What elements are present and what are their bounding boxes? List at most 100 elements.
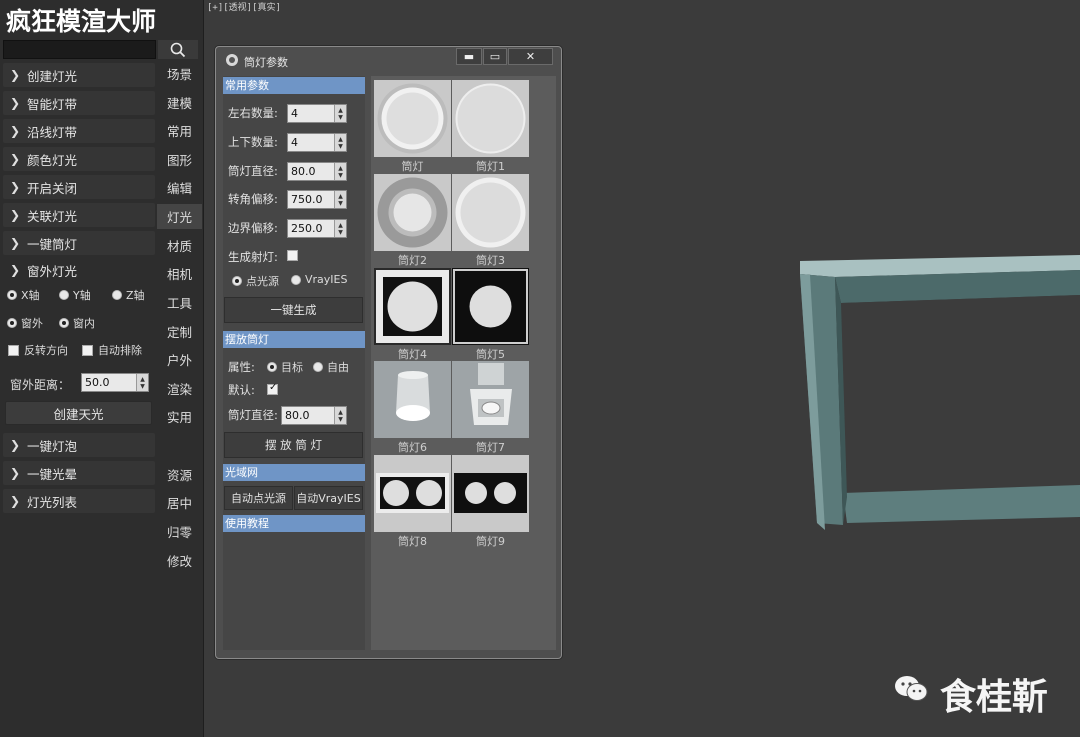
tab-render[interactable]: 渲染 [157, 376, 202, 401]
thumb-downlight-9[interactable] [452, 455, 529, 532]
tab-center[interactable]: 居中 [157, 490, 202, 515]
diameter-spinner[interactable]: 80.0 ▲ ▼ [287, 162, 347, 181]
checkbox-auto-exclude[interactable]: 自动排除 [82, 342, 142, 358]
tab-modeling[interactable]: 建模 [157, 90, 202, 115]
thumb-caption: 筒灯6 [398, 441, 427, 454]
ud-count-spinner[interactable]: 4 ▲ ▼ [287, 133, 347, 152]
thumb-downlight-2[interactable] [374, 174, 451, 251]
tab-outdoor[interactable]: 户外 [157, 347, 202, 372]
tab-edit[interactable]: 编辑 [157, 175, 202, 200]
spinner-arrows-icon[interactable]: ▲ ▼ [334, 220, 346, 237]
thumb-downlight-6[interactable] [374, 361, 451, 438]
tab-common[interactable]: 常用 [157, 118, 202, 143]
thumb-downlight-7[interactable] [452, 361, 529, 438]
accordion-window-light[interactable]: ❯ 窗外灯光 [3, 258, 155, 282]
viewport-label[interactable]: [+][透视][真实] [207, 0, 281, 13]
thumb-downlight-8[interactable] [374, 455, 451, 532]
spinner-arrows-icon[interactable]: ▲ ▼ [334, 163, 346, 180]
search-input[interactable] [3, 40, 156, 59]
place-header[interactable]: 摆放筒灯 [223, 331, 365, 348]
lr-count-spinner[interactable]: 4 ▲ ▼ [287, 104, 347, 123]
plugin-panel: 疯狂模渲大师 ❯ 创建灯光 ❯ 智能灯带 ❯ 沿线灯带 ❯ 颜色灯光 ❯ 开启关闭 ❯ 关联… [0, 0, 204, 737]
thumb-caption: 筒灯4 [398, 348, 427, 361]
tab-lighting[interactable]: 灯光 [157, 204, 202, 229]
spinner-arrows-icon[interactable]: ▲ ▼ [334, 134, 346, 151]
radio-point-source[interactable]: 点光源 [232, 273, 279, 289]
radio-inside[interactable]: 窗内 [59, 315, 95, 331]
tab-camera[interactable]: 相机 [157, 261, 202, 286]
accordion-link-light[interactable]: ❯ 关联灯光 [3, 203, 155, 227]
thumb-caption: 筒灯 [401, 160, 424, 173]
accordion-label: 一键光晕 [27, 466, 78, 482]
spinner-arrows-icon[interactable]: ▲ ▼ [136, 374, 148, 391]
place-downlight-button[interactable]: 摆 放 筒 灯 [224, 432, 363, 458]
tab-reset[interactable]: 归零 [157, 519, 202, 544]
thumb-downlight-4[interactable] [374, 268, 451, 345]
downlight-params-dialog[interactable]: 筒灯参数 ▬ ▭ ✕ 常用参数 左右数量: 4 ▲ ▼ 上下数量: 4 ▲ ▼ 筒灯直径… [215, 46, 562, 659]
accordion-halo[interactable]: ❯ 一键光晕 [3, 461, 155, 485]
radio-z-axis[interactable]: Z轴 [112, 287, 145, 303]
thumb-caption: 筒灯5 [476, 348, 505, 361]
dialog-titlebar[interactable]: 筒灯参数 ▬ ▭ ✕ [216, 47, 561, 75]
corner-offset-spinner[interactable]: 750.0 ▲ ▼ [287, 190, 347, 209]
property-label: 属性: [228, 360, 255, 374]
gen-light-checkbox[interactable] [287, 250, 298, 261]
minimize-button[interactable]: ▬ [456, 48, 482, 65]
accordion-light-list[interactable]: ❯ 灯光列表 [3, 489, 155, 513]
radio-free[interactable]: 自由 [313, 359, 349, 375]
common-params-header[interactable]: 常用参数 [223, 77, 365, 94]
radio-y-axis[interactable]: Y轴 [59, 287, 91, 303]
radio-vray-ies[interactable]: VrayIES [291, 273, 347, 286]
tab-custom[interactable]: 定制 [157, 319, 202, 344]
thumb-downlight-3[interactable] [452, 174, 529, 251]
chevron-down-icon: ❯ [9, 263, 21, 277]
auto-vray-button[interactable]: 自动VrayIES [294, 486, 363, 510]
thumb-downlight-5[interactable] [452, 268, 529, 345]
thumb-caption: 筒灯3 [476, 254, 505, 267]
tab-shapes[interactable]: 图形 [157, 147, 202, 172]
thumb-downlight[interactable] [374, 80, 451, 157]
spinner-arrows-icon[interactable]: ▲ ▼ [334, 191, 346, 208]
dialog-title: 筒灯参数 [244, 56, 288, 69]
auto-point-button[interactable]: 自动点光源 [224, 486, 293, 510]
spinner-arrows-icon[interactable]: ▲ ▼ [334, 407, 346, 424]
tab-material[interactable]: 材质 [157, 233, 202, 258]
tutorial-header[interactable]: 使用教程 [223, 515, 365, 532]
radio-x-axis[interactable]: X轴 [7, 287, 40, 303]
search-icon [170, 42, 186, 57]
radio-target[interactable]: 目标 [267, 359, 303, 375]
accordion-color-light[interactable]: ❯ 颜色灯光 [3, 147, 155, 171]
close-button[interactable]: ✕ [508, 48, 553, 65]
generate-button[interactable]: 一键生成 [224, 297, 363, 323]
tab-utility[interactable]: 实用 [157, 404, 202, 429]
create-skylight-button[interactable]: 创建天光 [5, 401, 152, 425]
thumb-downlight-1[interactable] [452, 80, 529, 157]
accordion-create-light[interactable]: ❯ 创建灯光 [3, 63, 155, 87]
thumb-caption: 筒灯8 [398, 535, 427, 548]
accordion-smart-strip[interactable]: ❯ 智能灯带 [3, 91, 155, 115]
accordion-label: 颜色灯光 [27, 152, 78, 168]
accordion-line-strip[interactable]: ❯ 沿线灯带 [3, 119, 155, 143]
distance-spinner[interactable]: 50.0 ▲ ▼ [81, 373, 149, 392]
tab-modify[interactable]: 修改 [157, 548, 202, 573]
ies-header[interactable]: 光域网 [223, 464, 365, 481]
search-button[interactable] [158, 40, 198, 59]
frame-3d-object[interactable] [795, 255, 1080, 530]
tab-tools[interactable]: 工具 [157, 290, 202, 315]
tab-scene[interactable]: 场景 [157, 61, 202, 86]
chevron-right-icon: ❯ [9, 152, 21, 166]
thumb-caption: 筒灯7 [476, 441, 505, 454]
maximize-button[interactable]: ▭ [483, 48, 507, 65]
thumb-caption: 筒灯9 [476, 535, 505, 548]
tab-resources[interactable]: 资源 [157, 462, 202, 487]
spinner-arrows-icon[interactable]: ▲ ▼ [334, 105, 346, 122]
radio-outside[interactable]: 窗外 [7, 315, 43, 331]
place-diameter-spinner[interactable]: 80.0 ▲ ▼ [281, 406, 347, 425]
border-offset-spinner[interactable]: 250.0 ▲ ▼ [287, 219, 347, 238]
watermark-text: 食桂靳 [940, 677, 1049, 718]
accordion-toggle[interactable]: ❯ 开启关闭 [3, 175, 155, 199]
accordion-bulb[interactable]: ❯ 一键灯泡 [3, 433, 155, 457]
default-checkbox[interactable] [267, 382, 278, 395]
accordion-downlight[interactable]: ❯ 一键筒灯 [3, 231, 155, 255]
checkbox-reverse[interactable]: 反转方向 [8, 342, 68, 358]
